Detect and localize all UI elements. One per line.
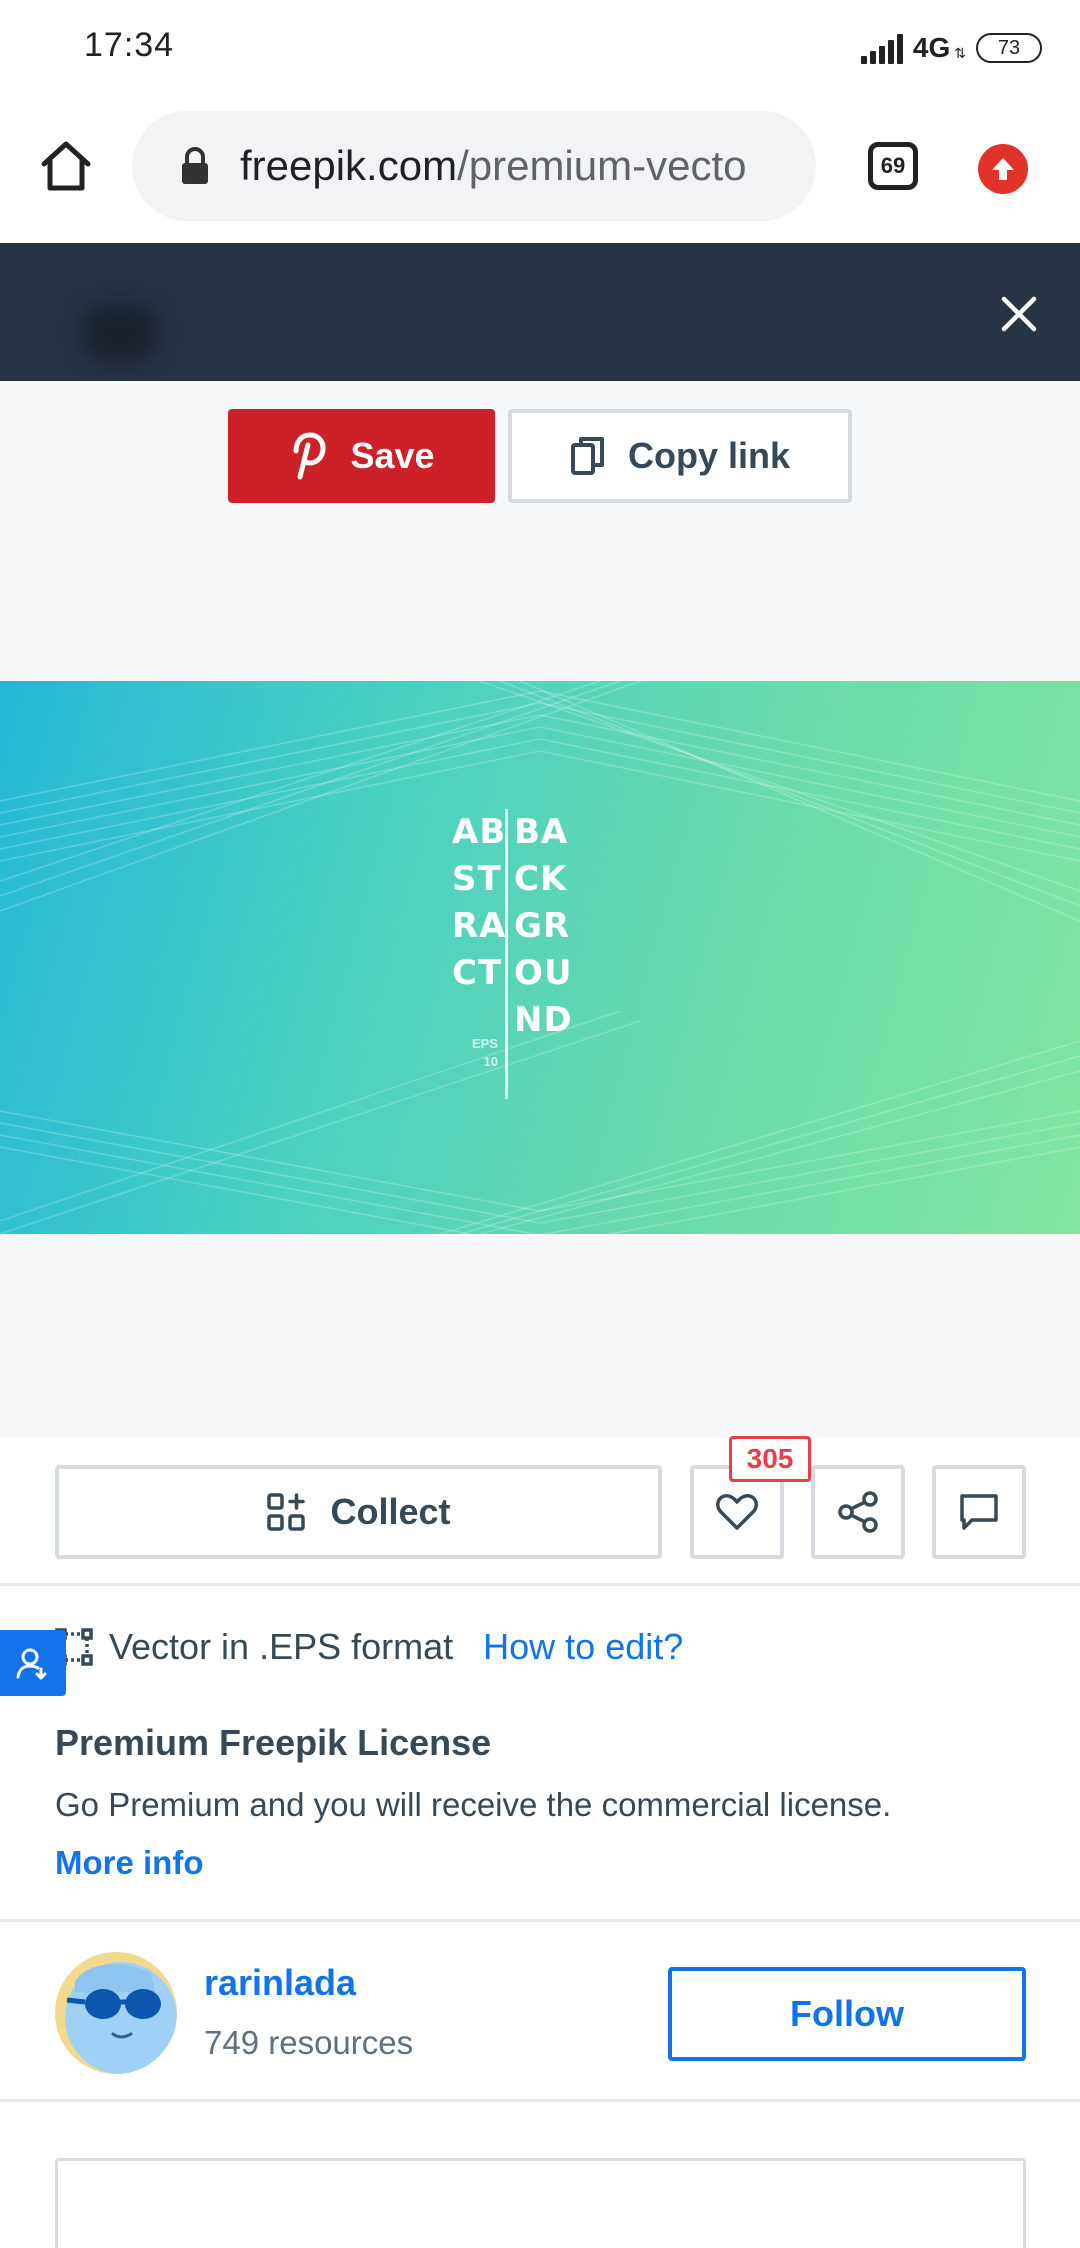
lock-icon bbox=[180, 146, 210, 186]
status-bar: 17:34 4G ⇅ 73 bbox=[0, 0, 1080, 96]
close-icon[interactable] bbox=[994, 289, 1044, 339]
license-description: Go Premium and you will receive the comm… bbox=[55, 1786, 892, 1823]
status-time: 17:34 bbox=[84, 26, 175, 64]
like-count-badge: 305 bbox=[729, 1436, 811, 1482]
signal-icon bbox=[860, 32, 903, 64]
url-domain: freepik.com bbox=[240, 142, 458, 189]
data-arrows-icon: ⇅ bbox=[954, 44, 966, 61]
battery-icon: 73 bbox=[976, 33, 1042, 63]
bottom-card bbox=[55, 2158, 1026, 2248]
collect-icon bbox=[267, 1493, 306, 1531]
top-banner bbox=[0, 243, 1080, 381]
update-icon[interactable] bbox=[978, 144, 1028, 194]
art-text: RA bbox=[452, 906, 507, 946]
copy-link-label: Copy link bbox=[627, 435, 791, 476]
address-bar[interactable]: freepik.com/premium-vecto bbox=[132, 111, 816, 221]
comment-button[interactable] bbox=[932, 1465, 1026, 1559]
heart-icon bbox=[716, 1494, 758, 1530]
artwork-title: AB ST RA CT EPS 10 BA CK GR OU ND bbox=[452, 809, 573, 1099]
tab-switcher-button[interactable]: 69 bbox=[868, 142, 918, 190]
url-path: /premium-vecto bbox=[457, 142, 747, 189]
author-avatar[interactable] bbox=[55, 1952, 177, 2074]
preview-image[interactable]: AB ST RA CT EPS 10 BA CK GR OU ND bbox=[0, 681, 1080, 1234]
pinterest-icon bbox=[293, 432, 326, 480]
comment-icon bbox=[960, 1494, 998, 1530]
copy-link-button[interactable]: Copy link bbox=[508, 409, 852, 503]
author-section: rarinlada 749 resources Follow bbox=[0, 1922, 1080, 2102]
follow-button[interactable]: Follow bbox=[668, 1967, 1026, 2061]
art-text: GR bbox=[514, 906, 571, 946]
user-icon bbox=[16, 1648, 47, 1680]
author-name[interactable]: rarinlada bbox=[204, 1962, 356, 2004]
home-icon[interactable] bbox=[36, 136, 96, 196]
how-to-edit-link[interactable]: How to edit? bbox=[483, 1626, 683, 1668]
pinterest-save-button[interactable]: Save bbox=[228, 409, 495, 503]
license-title: Premium Freepik License bbox=[55, 1722, 492, 1763]
status-icons: 4G ⇅ 73 bbox=[860, 28, 1042, 68]
browser-toolbar: freepik.com/premium-vecto 69 bbox=[0, 96, 1080, 243]
art-right-column: BA CK GR OU ND bbox=[514, 809, 573, 1044]
collect-label: Collect bbox=[330, 1491, 451, 1532]
art-eps-label: EPS bbox=[471, 1036, 498, 1051]
format-text: Vector in .EPS format bbox=[109, 1626, 454, 1667]
more-info-link[interactable]: More info bbox=[55, 1844, 203, 1882]
share-icon bbox=[838, 1491, 878, 1533]
action-row: Collect 305 bbox=[0, 1436, 1080, 1586]
art-text: CT bbox=[452, 953, 503, 993]
art-text: ST bbox=[452, 859, 502, 899]
network-type: 4G bbox=[912, 32, 951, 63]
author-resources: 749 resources bbox=[204, 2024, 414, 2061]
art-eps: EPS 10 bbox=[468, 1035, 498, 1071]
art-text: CK bbox=[514, 859, 568, 899]
art-text: BA bbox=[514, 812, 569, 852]
art-text: OU bbox=[514, 953, 573, 993]
art-left-column: AB ST RA CT bbox=[452, 809, 507, 997]
user-feedback-tab[interactable] bbox=[0, 1630, 66, 1696]
share-button[interactable] bbox=[811, 1465, 905, 1559]
art-eps-version: 10 bbox=[483, 1054, 498, 1069]
format-row: Vector in .EPS format How to edit? bbox=[55, 1626, 683, 1668]
art-divider bbox=[505, 809, 508, 1099]
save-label: Save bbox=[350, 435, 435, 476]
art-text: AB bbox=[452, 812, 507, 852]
info-section: Vector in .EPS format How to edit? Premi… bbox=[0, 1586, 1080, 1922]
art-text: ND bbox=[514, 1000, 573, 1040]
collect-button[interactable]: Collect bbox=[55, 1465, 662, 1559]
copy-icon bbox=[570, 437, 604, 475]
url-text: freepik.com/premium-vecto bbox=[240, 142, 746, 190]
